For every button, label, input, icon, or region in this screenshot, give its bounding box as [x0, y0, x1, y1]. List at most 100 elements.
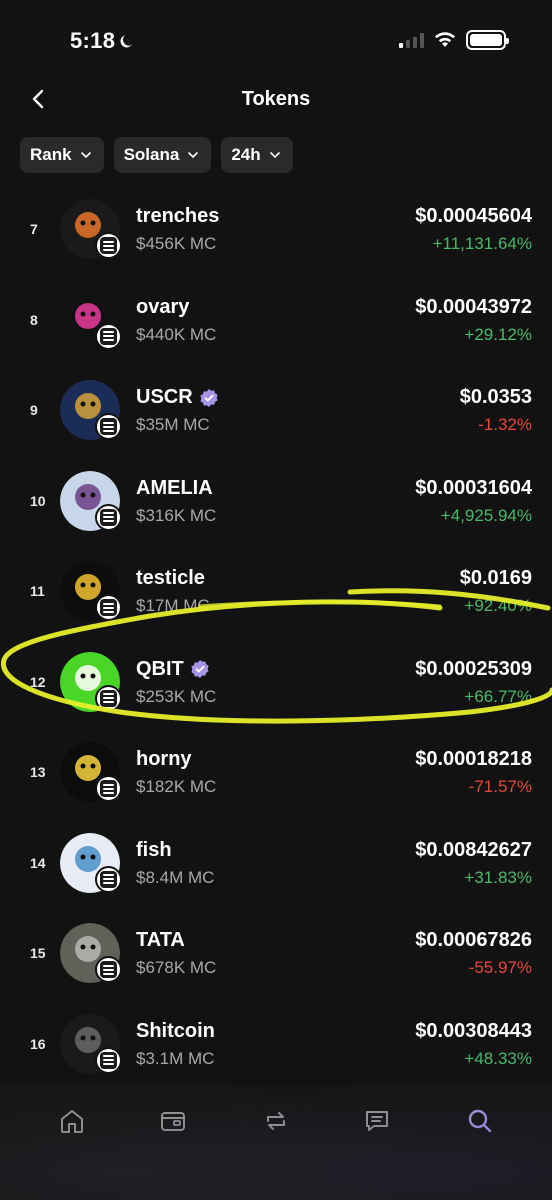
- solana-chain-icon: [95, 232, 122, 259]
- chevron-down-icon: [269, 152, 280, 159]
- verified-badge-icon: [191, 660, 209, 678]
- token-name-group: ovary: [136, 296, 189, 319]
- token-price: $0.00067826: [415, 929, 532, 951]
- filter-label: Solana: [123, 145, 180, 164]
- token-name-group: trenches: [136, 205, 219, 228]
- token-name-group: testicle: [136, 567, 205, 590]
- token-rank: 9: [30, 402, 38, 418]
- token-change: +92.40%: [464, 596, 532, 615]
- token-price: $0.00045604: [415, 205, 532, 227]
- solana-chain-icon: [95, 775, 122, 802]
- nav-home[interactable]: [52, 1103, 92, 1139]
- chat-icon: [366, 1111, 388, 1131]
- solana-chain-icon: [95, 594, 122, 621]
- token-name: trenches: [136, 205, 220, 227]
- token-name: fish: [136, 838, 172, 861]
- token-name: ovary: [136, 295, 190, 318]
- status-bar: 5:18: [0, 0, 552, 70]
- token-rank: 13: [30, 764, 46, 780]
- token-price: $0.00018218: [415, 748, 532, 770]
- solana-chain-icon: [95, 1046, 122, 1074]
- moon-icon: [120, 35, 133, 48]
- token-row[interactable]: 15 TATA $678K MC $0.00067826 -55.97%: [0, 919, 552, 1010]
- tokens-screen: 5:18 Tokens Rank Solana 24h 7 trenches $…: [0, 0, 552, 1200]
- token-name-group: USCR: [136, 386, 219, 409]
- token-name: USCR: [136, 386, 193, 408]
- token-name: horny: [136, 748, 192, 770]
- token-price: $0.00842627: [415, 838, 532, 861]
- token-name: AMELIA: [136, 476, 213, 499]
- solana-chain-icon: [95, 865, 122, 893]
- token-market-cap: $316K MC: [136, 505, 217, 525]
- search-icon: [468, 1109, 492, 1133]
- chevron-down-icon: [80, 152, 91, 159]
- nav-chat[interactable]: [357, 1103, 397, 1139]
- token-market-cap: $182K MC: [136, 777, 217, 796]
- token-name: TATA: [136, 929, 185, 951]
- swap-icon: [267, 1112, 285, 1130]
- token-row[interactable]: 9 USCR $35M MC $0.0353 -1.32%: [0, 376, 552, 467]
- solana-chain-icon: [95, 684, 122, 712]
- token-market-cap: $440K MC: [136, 324, 217, 344]
- token-row[interactable]: 7 trenches $456K MC $0.00045604 +11,131.…: [0, 195, 552, 286]
- solana-chain-icon: [95, 956, 122, 983]
- token-name-group: TATA: [136, 929, 185, 952]
- status-time: 5:18: [70, 28, 116, 53]
- token-price: $0.00031604: [415, 476, 532, 499]
- token-row[interactable]: 10 AMELIA $316K MC $0.00031604 +4,925.94…: [0, 467, 552, 558]
- home-icon: [61, 1110, 83, 1133]
- token-name-group: AMELIA: [136, 477, 213, 500]
- token-row[interactable]: 12 QBIT $253K MC $0.00025309 +66.77%: [0, 648, 552, 739]
- token-price: $0.00308443: [415, 1019, 532, 1042]
- token-change: +31.83%: [464, 867, 532, 887]
- token-rank: 11: [30, 583, 45, 599]
- token-market-cap: $678K MC: [136, 958, 217, 977]
- nav-search[interactable]: [460, 1103, 500, 1139]
- token-row[interactable]: 13 horny $182K MC $0.00018218 -71.57%: [0, 738, 552, 829]
- verified-badge-icon: [200, 388, 218, 407]
- token-name: QBIT: [136, 657, 184, 680]
- token-price: $0.00025309: [415, 657, 532, 680]
- token-name-group: horny: [136, 748, 192, 771]
- chain-filter-dropdown[interactable]: Solana: [113, 137, 212, 173]
- token-name: Shitcoin: [136, 1019, 215, 1042]
- nav-swap[interactable]: [256, 1103, 296, 1139]
- token-change: -71.57%: [468, 777, 532, 796]
- token-price: $0.0353: [459, 386, 532, 408]
- token-market-cap: $8.4M MC: [136, 867, 215, 887]
- token-change: +48.33%: [464, 1048, 532, 1068]
- chevron-down-icon: [188, 152, 199, 159]
- token-row[interactable]: 8 ovary $440K MC $0.00043972 +29.12%: [0, 286, 552, 377]
- cellular-signal-icon: [399, 32, 424, 48]
- token-price: $0.00043972: [415, 295, 532, 318]
- timeframe-filter-dropdown[interactable]: 24h: [221, 137, 293, 173]
- token-list: 7 trenches $456K MC $0.00045604 +11,131.…: [0, 195, 552, 1100]
- token-market-cap: $17M MC: [136, 596, 210, 615]
- rank-filter-dropdown[interactable]: Rank: [20, 137, 104, 173]
- wifi-icon: [435, 32, 455, 47]
- token-name: testicle: [136, 567, 205, 589]
- token-change: -1.32%: [478, 415, 532, 434]
- token-price: $0.0169: [459, 567, 532, 589]
- header: Tokens: [0, 78, 552, 120]
- token-rank: 16: [30, 1035, 46, 1052]
- token-market-cap: $456K MC: [136, 234, 217, 253]
- token-name-group: fish: [136, 839, 172, 862]
- token-row[interactable]: 11 testicle $17M MC $0.0169 +92.40%: [0, 557, 552, 648]
- token-row[interactable]: 14 fish $8.4M MC $0.00842627 +31.83%: [0, 829, 552, 920]
- filter-bar: Rank Solana 24h: [20, 137, 293, 173]
- battery-icon: [466, 30, 509, 50]
- token-rank: 12: [30, 673, 46, 690]
- token-rank: 8: [30, 311, 38, 328]
- token-market-cap: $35M MC: [136, 415, 210, 434]
- wallet-icon: [161, 1112, 185, 1131]
- page-title: Tokens: [241, 88, 311, 110]
- nav-wallet[interactable]: [153, 1103, 193, 1139]
- token-name-group: Shitcoin: [136, 1020, 215, 1043]
- solana-chain-icon: [95, 322, 122, 350]
- token-change: +4,925.94%: [440, 505, 532, 525]
- token-change: +29.12%: [464, 324, 532, 344]
- status-indicators: [399, 30, 509, 50]
- token-change: -55.97%: [468, 958, 532, 977]
- token-name-group: QBIT: [136, 658, 210, 681]
